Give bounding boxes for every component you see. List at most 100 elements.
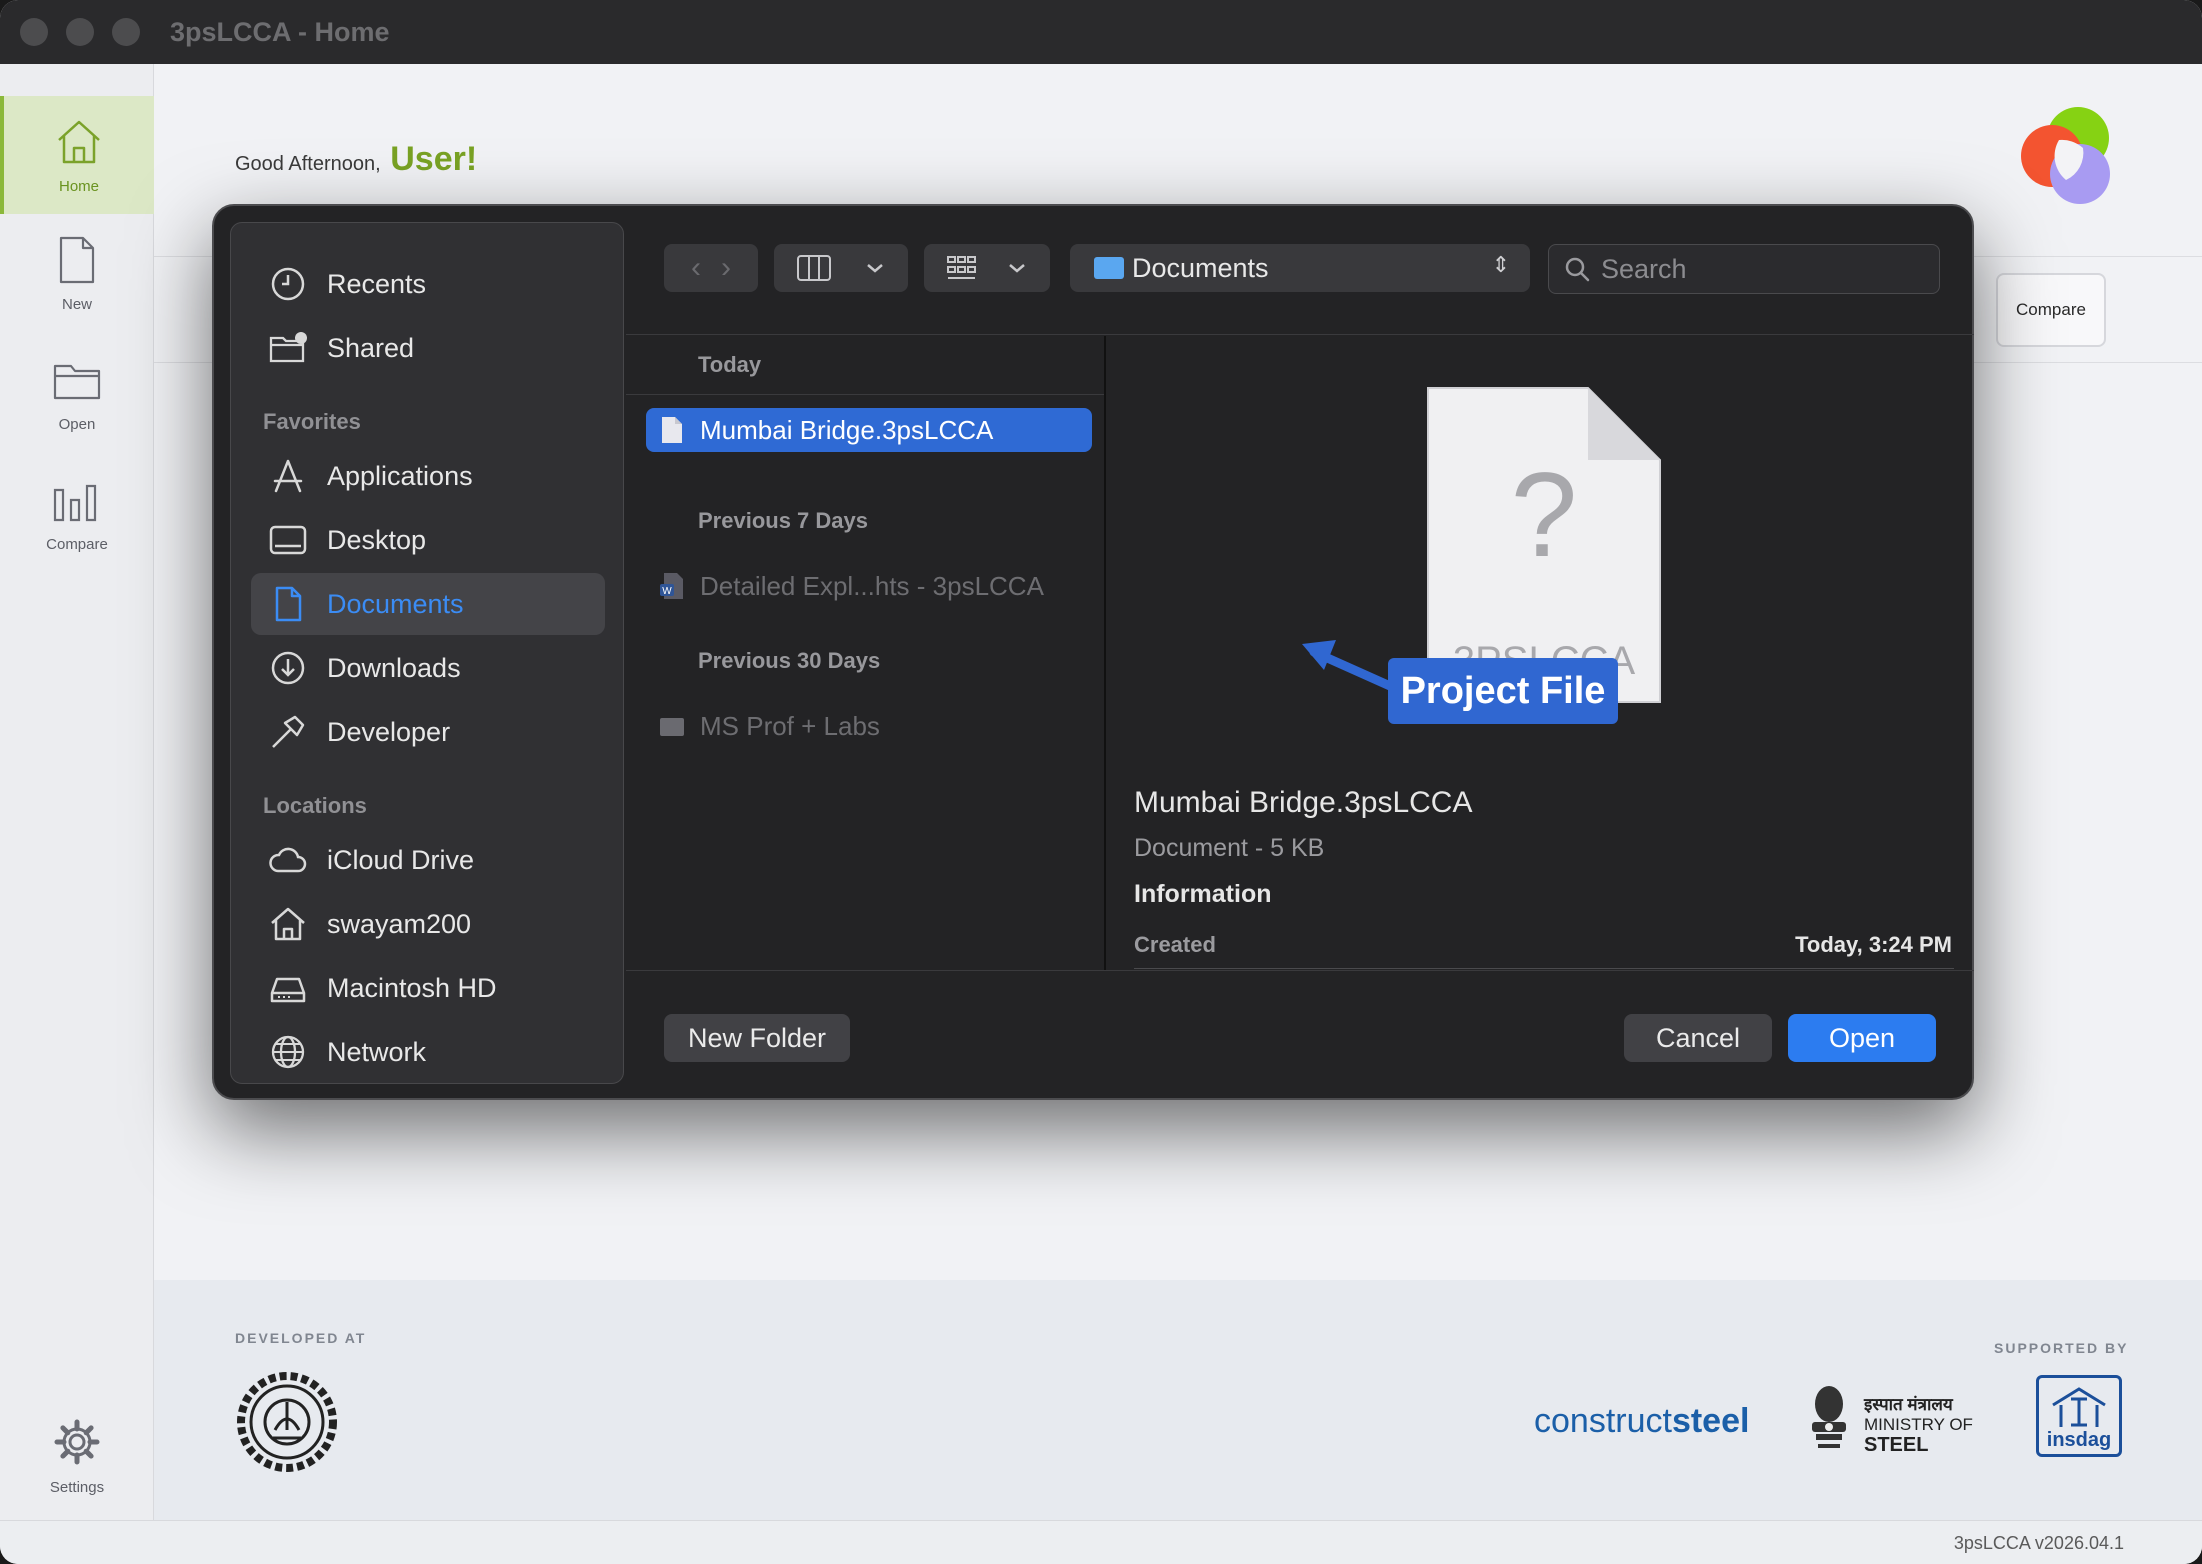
gear-icon — [54, 1419, 100, 1464]
view-mode-button[interactable] — [774, 244, 908, 292]
column-divider[interactable] — [1104, 336, 1106, 970]
sidebar-item-macintosh-hd[interactable]: Macintosh HD — [251, 957, 605, 1019]
sidebar-item-developer[interactable]: Developer — [251, 701, 605, 763]
window-title: 3psLCCA - Home — [170, 16, 390, 47]
title-bar: 3psLCCA - Home — [0, 0, 2202, 64]
minimize-window-button[interactable] — [66, 18, 94, 46]
ministry-line-1: MINISTRY OF — [1864, 1415, 1973, 1434]
grid-icon — [947, 256, 976, 279]
bar-chart-icon — [53, 484, 97, 521]
home-icon — [58, 120, 100, 163]
cancel-button[interactable]: Cancel — [1624, 1014, 1772, 1062]
close-window-button[interactable] — [20, 18, 48, 46]
download-icon — [271, 651, 305, 685]
svg-text:W: W — [662, 586, 672, 597]
shared-folder-icon — [269, 332, 307, 363]
sidebar-item-applications[interactable]: Applications — [251, 445, 605, 507]
greeting-user-name: User! — [390, 140, 478, 178]
search-placeholder: Search — [1601, 253, 1687, 284]
new-file-icon — [59, 236, 95, 283]
insdag-text: insdag — [2046, 1429, 2112, 1451]
folder-icon — [660, 718, 684, 736]
location-label: Documents — [1132, 252, 1269, 283]
divider — [626, 394, 1104, 395]
sidebar-item-label: Macintosh HD — [327, 972, 497, 1003]
preview-file-meta: Document - 5 KB — [1134, 834, 1325, 862]
sidebar-item-downloads[interactable]: Downloads — [251, 637, 605, 699]
window-controls — [20, 18, 140, 46]
sidebar-item-recents[interactable]: Recents — [251, 253, 605, 315]
drive-icon — [270, 977, 306, 1003]
iit-bombay-logo — [237, 1372, 337, 1472]
sidebar-item-label: swayam200 — [327, 908, 472, 939]
divider — [1134, 968, 1954, 969]
national-emblem-icon — [1812, 1386, 1846, 1448]
insdag-emblem-icon — [2052, 1387, 2106, 1427]
sidebar-item-label: Recents — [327, 268, 427, 299]
file-item-detailed-explanation[interactable]: W Detailed Expl...hts - 3psLCCA — [646, 564, 1092, 608]
file-name: MS Prof + Labs — [700, 710, 880, 741]
sidebar-item-compare[interactable]: Compare — [0, 454, 154, 572]
version-label: 3psLCCA v2026.04.1 — [1953, 1533, 2124, 1553]
cloud-icon — [269, 847, 307, 873]
chevron-right-icon[interactable]: › — [721, 251, 731, 285]
locations-section-label: Locations — [263, 793, 367, 818]
document-icon — [275, 586, 302, 622]
sidebar-item-label: Open — [58, 415, 96, 433]
sidebar-item-label: Home — [58, 177, 99, 195]
group-title-previous-30-days: Previous 30 Days — [698, 648, 881, 673]
insdag-logo: insdag — [2036, 1375, 2122, 1457]
compare-button[interactable]: Compare — [1996, 273, 2106, 347]
app-window: 3psLCCA - Home Home New Open Compare Set… — [0, 0, 2202, 1564]
sidebar-item-label: Desktop — [327, 524, 427, 555]
sidebar-item-home[interactable]: Home — [0, 96, 154, 214]
preview-created-value: Today, 3:24 PM — [1795, 932, 1952, 957]
app-sidebar: Home New Open Compare Settings — [0, 64, 154, 1520]
ministry-of-steel-logo: इस्पात मंत्रालय MINISTRY OF STEEL — [1804, 1380, 1984, 1470]
word-document-icon: W — [660, 573, 683, 599]
zoom-window-button[interactable] — [112, 18, 140, 46]
group-title-previous-7-days: Previous 7 Days — [698, 508, 868, 533]
folder-icon — [53, 364, 101, 399]
group-by-button[interactable] — [924, 244, 1050, 292]
sidebar-item-desktop[interactable]: Desktop — [251, 509, 605, 571]
sidebar-item-shared[interactable]: Shared — [251, 317, 605, 379]
chevron-up-down-icon: ⇕ — [1491, 252, 1510, 277]
file-name: Detailed Expl...hts - 3psLCCA — [700, 570, 1044, 601]
location-dropdown[interactable]: Documents ⇕ — [1070, 244, 1530, 292]
chevron-down-icon — [1009, 264, 1025, 273]
divider — [626, 334, 1974, 335]
clock-icon — [271, 267, 305, 301]
app-logo — [2021, 107, 2110, 204]
sidebar-item-icloud-drive[interactable]: iCloud Drive — [251, 829, 605, 891]
folder-item-ms-prof-labs[interactable]: MS Prof + Labs — [646, 704, 1092, 748]
file-item-mumbai-bridge[interactable]: Mumbai Bridge.3psLCCA — [646, 408, 1092, 452]
developed-at-label: DEVELOPED AT — [235, 1330, 367, 1346]
sidebar-item-label: Settings — [49, 1478, 105, 1496]
search-input[interactable]: Search — [1548, 244, 1940, 294]
constructsteel-bold-text: steel — [1671, 1402, 1750, 1440]
sidebar-item-network[interactable]: Network — [251, 1021, 605, 1083]
globe-icon — [271, 1035, 305, 1069]
columns-view-icon — [797, 255, 831, 281]
file-name: Mumbai Bridge.3psLCCA — [700, 414, 994, 445]
preview-created-label: Created — [1134, 932, 1216, 957]
open-button[interactable]: Open — [1788, 1014, 1936, 1062]
sidebar-item-new[interactable]: New — [0, 214, 154, 332]
project-file-callout: Project File — [1388, 658, 1618, 724]
ministry-hindi-text: इस्पात मंत्रालय — [1864, 1395, 1953, 1414]
sidebar-item-label: Shared — [327, 332, 415, 363]
sidebar-item-label: iCloud Drive — [327, 844, 475, 875]
sidebar-item-home-folder[interactable]: swayam200 — [251, 893, 605, 955]
file-list: Today Mumbai Bridge.3psLCCA Previous 7 D… — [626, 336, 1104, 970]
status-bar: 3psLCCA v2026.04.1 — [0, 1520, 2202, 1564]
svg-text:?: ? — [1511, 448, 1578, 582]
sidebar-item-open[interactable]: Open — [0, 334, 154, 452]
favorites-section-label: Favorites — [263, 409, 361, 434]
sidebar-item-documents[interactable]: Documents — [251, 573, 605, 635]
chevron-left-icon[interactable]: ‹ — [691, 251, 701, 285]
sidebar-item-settings[interactable]: Settings — [0, 1382, 154, 1532]
dialog-sidebar: Recents Shared Favorites Applications De… — [230, 222, 624, 1084]
house-icon — [271, 907, 305, 941]
new-folder-button[interactable]: New Folder — [664, 1014, 850, 1062]
